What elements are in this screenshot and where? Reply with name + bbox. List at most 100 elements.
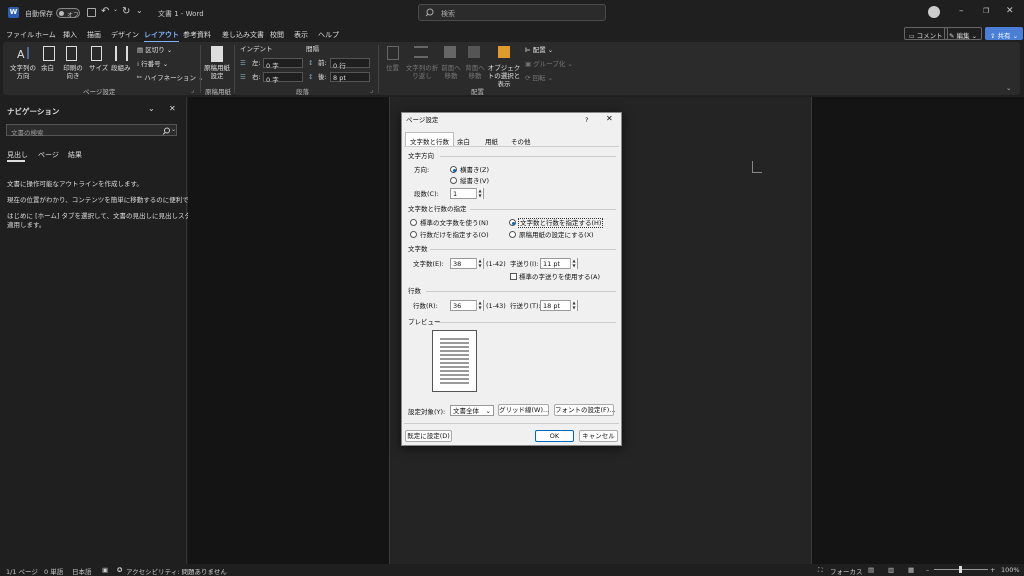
chars-lines-radio[interactable]	[509, 219, 516, 226]
nav-tab-headings[interactable]: 見出し	[7, 150, 28, 160]
nav-search-icon[interactable]	[162, 127, 171, 135]
comment-button[interactable]: ▭ コメント	[904, 27, 948, 40]
tab-review[interactable]: 校閲	[270, 30, 284, 40]
lines-only-radio[interactable]	[410, 231, 417, 238]
nav-help-text-2: 現在の位置がわかり、コンテンツを簡単に移動するのに便利です。	[7, 196, 202, 204]
dialog-tab-chars-lines[interactable]: 文字数と行数	[405, 132, 454, 146]
space-before-value: 0 行	[333, 62, 346, 70]
zoom-in-icon[interactable]: +	[990, 566, 995, 574]
account-avatar-icon[interactable]	[928, 6, 940, 18]
page-setup-launcher-icon[interactable]: ⌟	[191, 86, 194, 94]
tab-draw[interactable]: 描画	[87, 30, 101, 40]
share-button[interactable]: ⇪ 共有 ⌄	[985, 27, 1024, 40]
tab-view[interactable]: 表示	[294, 30, 308, 40]
restore-icon[interactable]: ❐	[983, 7, 989, 15]
autosave-toggle[interactable]: オフ	[56, 8, 80, 19]
position-label: 位置	[386, 64, 399, 72]
page-setup-group-label: ページ設定	[83, 88, 116, 96]
save-icon[interactable]	[87, 8, 96, 17]
grid-lines-button[interactable]: グリッド線(W)...	[498, 404, 549, 416]
undo-icon[interactable]: ↶	[101, 6, 109, 17]
dialog-tab-paper-label: 用紙	[485, 138, 498, 146]
word-count[interactable]: 0 単語	[44, 566, 63, 576]
dialog-tab-other[interactable]: その他	[507, 133, 535, 146]
space-after-value: 8 pt	[333, 74, 346, 82]
line-numbers-button[interactable]: ⁞ 行番号 ⌄	[137, 60, 168, 68]
nav-tab-pages[interactable]: ページ	[38, 150, 59, 160]
tab-references[interactable]: 参考資料	[183, 30, 211, 40]
paragraph-launcher-icon[interactable]: ⌟	[370, 86, 373, 94]
preview-page	[432, 330, 477, 392]
tab-file[interactable]: ファイル	[6, 30, 34, 40]
dialog-tab-margins[interactable]: 余白	[453, 133, 474, 146]
redo-icon[interactable]: ↻	[122, 6, 130, 17]
read-mode-icon[interactable]: ▤	[868, 566, 874, 574]
tab-insert[interactable]: 挿入	[63, 30, 77, 40]
tab-mailings[interactable]: 差し込み文書	[222, 30, 264, 40]
direction-label: 方向:	[414, 166, 430, 174]
macro-recording-icon[interactable]: ▣	[102, 566, 108, 574]
section-divider	[430, 249, 616, 250]
chars-per-line-spinner[interactable]: ▲ ▼	[476, 258, 483, 269]
close-window-icon[interactable]: ✕	[1006, 6, 1014, 16]
lines-per-page-spinner[interactable]: ▲ ▼	[476, 300, 483, 311]
tab-design[interactable]: デザイン	[111, 30, 139, 40]
breaks-button[interactable]: ▤ 区切り ⌄	[137, 46, 172, 54]
language-status[interactable]: 日本語	[72, 566, 92, 576]
preview-lines-graphic	[440, 338, 469, 384]
horizontal-radio[interactable]	[450, 166, 457, 173]
cancel-button[interactable]: キャンセル	[579, 430, 618, 442]
tab-home[interactable]: ホーム	[35, 30, 56, 40]
genko-radio[interactable]	[509, 231, 516, 238]
space-before-input[interactable]: 0 行	[330, 58, 370, 70]
dialog-help-button[interactable]: ?	[585, 116, 588, 124]
line-pitch-spinner[interactable]: ▲ ▼	[570, 300, 577, 311]
chars-lines-label: 文字数と行数を指定する(H)	[518, 218, 604, 228]
dialog-close-icon[interactable]: ✕	[606, 115, 613, 123]
tab-layout[interactable]: レイアウト	[144, 30, 179, 43]
focus-mode-button[interactable]: フォーカス	[830, 566, 863, 576]
tab-help[interactable]: ヘルプ	[318, 30, 339, 40]
columns-count-spinner[interactable]: ▲ ▼	[476, 188, 483, 199]
apply-to-select[interactable]: 文書全体 ⌄	[450, 405, 494, 416]
zoom-level[interactable]: 100%	[1001, 566, 1020, 574]
nav-close-icon[interactable]: ✕	[169, 104, 176, 113]
page-count[interactable]: 1/1 ページ	[6, 566, 38, 576]
genko-label: 原稿用紙設定	[204, 64, 230, 80]
hyphenation-button[interactable]: ᵇᶜ ハイフネーション ⌄	[137, 74, 204, 82]
space-after-input[interactable]: 8 pt	[330, 72, 370, 82]
font-settings-button[interactable]: フォントの設定(F)...	[554, 404, 616, 416]
default-pitch-checkbox[interactable]	[510, 273, 517, 280]
zoom-out-icon[interactable]: –	[926, 566, 929, 574]
indent-right-input[interactable]: 0 字	[263, 72, 303, 84]
print-layout-icon[interactable]: ▥	[888, 566, 894, 574]
ribbon-collapse-icon[interactable]: ⌄	[1006, 84, 1011, 92]
undo-dropdown-icon[interactable]: ⌄	[113, 6, 118, 13]
wrap-text-icon	[414, 46, 428, 58]
genko-group-label: 原稿用紙	[205, 88, 231, 96]
nav-search-dropdown-icon[interactable]: ⌄	[171, 126, 176, 133]
vertical-radio[interactable]	[450, 177, 457, 184]
standard-chars-radio[interactable]	[410, 219, 417, 226]
dialog-tab-paper[interactable]: 用紙	[481, 133, 502, 146]
ok-button[interactable]: OK	[535, 430, 574, 442]
nav-search-input[interactable]: 文書の検索 ⌄	[6, 124, 177, 137]
nav-options-chevron-icon[interactable]: ⌄	[148, 104, 155, 113]
margins-icon	[43, 46, 55, 61]
accessibility-status[interactable]: アクセシビリティ: 問題ありません	[126, 566, 227, 576]
size-icon	[91, 46, 102, 61]
zoom-slider-thumb[interactable]	[959, 566, 962, 573]
set-default-button[interactable]: 既定に設定(D)	[405, 430, 452, 442]
horizontal-label: 横書き(Z)	[460, 166, 490, 174]
nav-tab-results[interactable]: 結果	[68, 150, 82, 160]
minimize-icon[interactable]: –	[959, 6, 964, 16]
align-button[interactable]: ⊫ 配置 ⌄	[525, 46, 553, 54]
standard-chars-label: 標準の文字数を使う(N)	[420, 219, 489, 227]
customize-qat-icon[interactable]: ⌄	[136, 6, 143, 15]
indent-left-label: 左:	[252, 59, 261, 67]
edit-button[interactable]: ✎ 編集 ⌄	[944, 27, 983, 40]
search-box[interactable]: 検索	[418, 4, 606, 21]
web-layout-icon[interactable]: ▦	[908, 566, 914, 574]
char-pitch-spinner[interactable]: ▲ ▼	[570, 258, 577, 269]
indent-left-input[interactable]: 0 字	[263, 58, 303, 70]
